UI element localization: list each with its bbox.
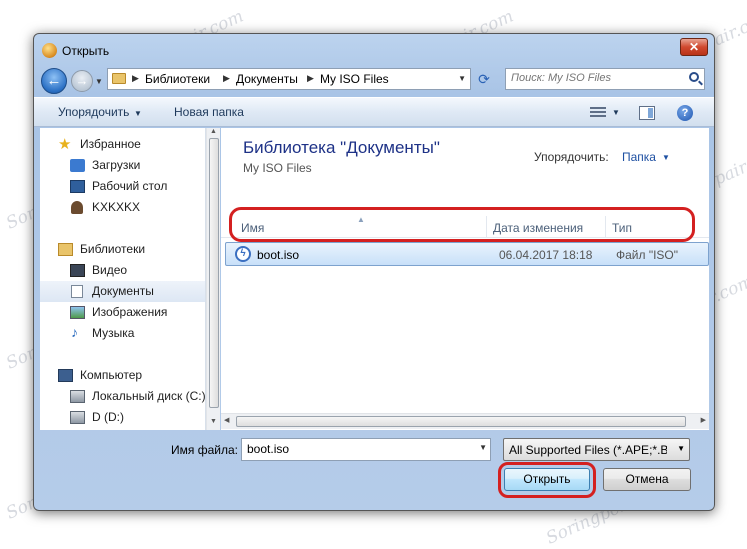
nav-item-drive-c[interactable]: Локальный диск (C:) xyxy=(40,386,206,407)
scroll-left-icon[interactable]: ◀ xyxy=(224,416,229,424)
horizontal-scrollbar[interactable]: ◀ ▶ xyxy=(221,413,709,429)
chevron-down-icon[interactable]: ▼ xyxy=(134,109,142,118)
video-icon xyxy=(70,264,85,277)
file-highlight-annotation xyxy=(229,207,695,242)
breadcrumb-my-iso-files[interactable]: My ISO Files xyxy=(320,72,389,86)
drive-icon xyxy=(70,411,85,424)
drive-icon xyxy=(70,390,85,403)
file-type: Файл "ISO" xyxy=(616,248,679,262)
computer-icon xyxy=(58,369,73,382)
library-title: Библиотека "Документы" xyxy=(243,138,440,157)
nav-label: KXKXKX xyxy=(92,200,141,214)
nav-label: Избранное xyxy=(80,137,141,151)
chevron-down-icon[interactable]: ▼ xyxy=(479,443,487,452)
file-name: boot.iso xyxy=(257,248,300,262)
file-type-filter[interactable]: All Supported Files (*.APE;*.BIN ▼ xyxy=(503,438,690,461)
new-folder-button[interactable]: Новая папка xyxy=(174,105,244,119)
user-icon xyxy=(71,201,83,214)
nav-label: Музыка xyxy=(92,326,135,340)
nav-label: Видео xyxy=(92,263,128,277)
nav-label: Документы xyxy=(92,284,154,298)
nav-item-video[interactable]: Видео xyxy=(40,260,205,281)
nav-favorites[interactable]: ★ Избранное xyxy=(40,134,205,155)
scroll-right-icon[interactable]: ▶ xyxy=(701,416,706,424)
file-name-input[interactable] xyxy=(247,442,467,456)
help-icon[interactable]: ? xyxy=(677,105,693,121)
arrange-by-dropdown[interactable]: Папка xyxy=(622,150,656,164)
file-name-label: Имя файла: xyxy=(171,443,238,457)
chevron-down-icon[interactable]: ▼ xyxy=(677,444,685,453)
nav-item-pictures[interactable]: Изображения xyxy=(40,302,205,323)
folder-icon xyxy=(112,73,126,84)
pictures-icon xyxy=(70,306,85,319)
nav-item-downloads[interactable]: Загрузки xyxy=(40,155,205,176)
chevron-right-icon[interactable]: ▶ xyxy=(132,73,139,84)
back-button[interactable]: ← xyxy=(41,68,67,94)
organize-button[interactable]: Упорядочить xyxy=(58,105,129,119)
star-icon: ★ xyxy=(58,136,72,153)
nav-item-desktop[interactable]: Рабочий стол xyxy=(40,176,205,197)
forward-arrow-icon: → xyxy=(75,73,89,88)
breadcrumb-libraries[interactable]: Библиотеки xyxy=(145,72,210,86)
scroll-thumb[interactable] xyxy=(209,138,219,408)
search-input[interactable] xyxy=(511,72,681,84)
document-icon xyxy=(71,285,83,298)
search-box[interactable] xyxy=(505,68,705,90)
refresh-icon: ⟳ xyxy=(478,71,490,87)
nav-computer[interactable]: Компьютер xyxy=(40,365,205,386)
nav-label: Рабочий стол xyxy=(92,179,168,193)
arrange-by-label: Упорядочить: xyxy=(534,150,609,164)
scroll-thumb[interactable] xyxy=(236,416,686,427)
file-date: 06.04.2017 18:18 xyxy=(499,248,593,262)
back-arrow-icon: ← xyxy=(46,72,62,89)
open-button-highlight-annotation xyxy=(498,462,596,498)
nav-item-user[interactable]: KXKXKX xyxy=(40,197,205,218)
scroll-down-icon[interactable]: ▼ xyxy=(210,418,217,425)
breadcrumb-documents[interactable]: Документы xyxy=(236,72,298,86)
address-bar[interactable]: ▶ Библиотеки ▶ Документы ▶ My ISO Files … xyxy=(107,68,471,90)
nav-scrollbar[interactable]: ▲ ▼ xyxy=(206,128,220,430)
file-row[interactable]: ϟ boot.iso 06.04.2017 18:18 Файл "ISO" xyxy=(225,242,709,266)
preview-pane-icon[interactable] xyxy=(639,106,655,120)
library-subtitle: My ISO Files xyxy=(243,161,312,175)
refresh-button[interactable]: ⟳ xyxy=(473,69,495,89)
library-icon xyxy=(58,243,73,256)
navigation-pane: ★ Избранное Загрузки Рабочий стол KXKXKX… xyxy=(40,128,206,430)
history-dropdown-icon[interactable]: ▼ xyxy=(95,77,103,86)
chevron-right-icon[interactable]: ▶ xyxy=(307,73,314,84)
music-icon: ♪ xyxy=(71,324,78,340)
nav-label: D (D:) xyxy=(92,410,124,424)
nav-libraries[interactable]: Библиотеки xyxy=(40,239,205,260)
forward-button[interactable]: → xyxy=(71,70,93,92)
nav-label: Изображения xyxy=(92,305,168,319)
desktop-icon xyxy=(70,180,85,193)
toolbar: Упорядочить ▼ Новая папка ▼ ? xyxy=(34,97,714,127)
nav-label: Локальный диск (C:) xyxy=(92,389,206,403)
nav-label: Библиотеки xyxy=(80,242,146,256)
iso-file-icon: ϟ xyxy=(235,246,251,262)
file-type-filter-value: All Supported Files (*.APE;*.BIN xyxy=(509,443,667,457)
scroll-up-icon[interactable]: ▲ xyxy=(210,128,217,135)
file-list-pane: Библиотека "Документы" My ISO Files Упор… xyxy=(221,128,709,430)
nav-item-drive-d[interactable]: D (D:) xyxy=(40,407,205,428)
chevron-down-icon[interactable]: ▼ xyxy=(662,153,670,162)
nav-label: Загрузки xyxy=(92,158,141,172)
nav-label: Компьютер xyxy=(80,368,143,382)
file-name-combobox[interactable]: ▼ xyxy=(241,438,491,461)
cancel-button[interactable]: Отмена xyxy=(603,468,691,491)
chevron-right-icon[interactable]: ▶ xyxy=(223,73,230,84)
chevron-down-icon[interactable]: ▼ xyxy=(612,108,620,117)
views-icon[interactable] xyxy=(590,106,606,120)
dialog-body: ← → ▼ ▶ Библиотеки ▶ Документы ▶ My ISO … xyxy=(33,33,715,511)
nav-item-music[interactable]: ♪ Музыка xyxy=(40,323,205,344)
search-icon[interactable] xyxy=(689,72,699,82)
address-dropdown-icon[interactable]: ▼ xyxy=(458,74,466,83)
downloads-icon xyxy=(70,159,85,172)
nav-item-documents[interactable]: Документы xyxy=(40,281,205,302)
